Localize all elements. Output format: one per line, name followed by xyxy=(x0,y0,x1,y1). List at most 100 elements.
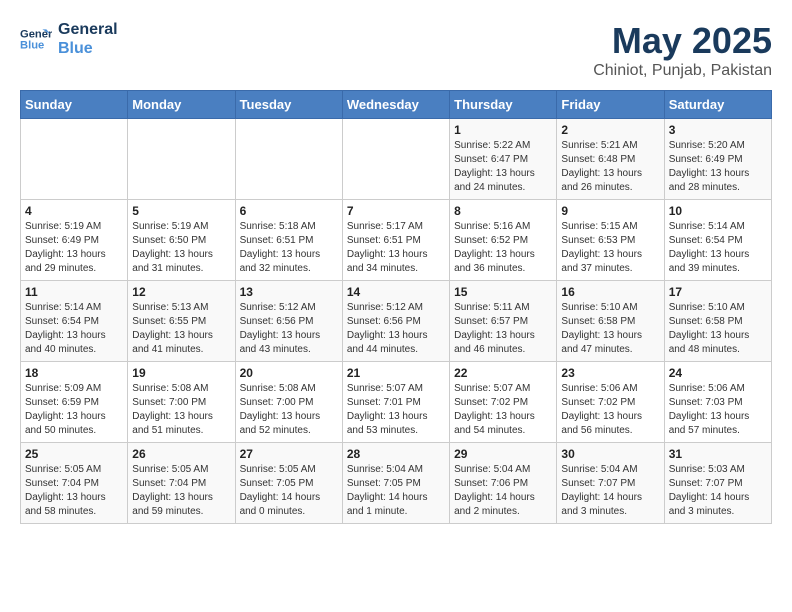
day-info: Sunrise: 5:21 AMSunset: 6:48 PMDaylight:… xyxy=(561,139,659,195)
day-number: 15 xyxy=(454,285,552,299)
page-header: General Blue General Blue May 2025 Chini… xyxy=(20,20,772,80)
week-row-5: 25 Sunrise: 5:05 AMSunset: 7:04 PMDayligh… xyxy=(21,443,772,524)
day-info: Sunrise: 5:05 AMSunset: 7:05 PMDaylight:… xyxy=(240,463,338,519)
calendar-cell: 18 Sunrise: 5:09 AMSunset: 6:59 PMDayligh… xyxy=(21,362,128,443)
day-number: 18 xyxy=(25,366,123,380)
day-number: 16 xyxy=(561,285,659,299)
day-info: Sunrise: 5:09 AMSunset: 6:59 PMDaylight:… xyxy=(25,382,123,438)
svg-text:Blue: Blue xyxy=(20,40,44,52)
day-info: Sunrise: 5:05 AMSunset: 7:04 PMDaylight:… xyxy=(25,463,123,519)
day-number: 30 xyxy=(561,447,659,461)
day-number: 10 xyxy=(669,204,767,218)
day-info: Sunrise: 5:10 AMSunset: 6:58 PMDaylight:… xyxy=(561,301,659,357)
logo-icon: General Blue xyxy=(20,23,52,55)
day-number: 14 xyxy=(347,285,445,299)
calendar-cell: 22Sunrise: 5:07 AMSunset: 7:02 PMDayligh… xyxy=(450,362,557,443)
column-header-friday: Friday xyxy=(557,91,664,119)
calendar-cell xyxy=(342,119,449,200)
day-info: Sunrise: 5:11 AMSunset: 6:57 PMDaylight:… xyxy=(454,301,552,357)
calendar-cell: 27 Sunrise: 5:05 AMSunset: 7:05 PMDayligh… xyxy=(235,443,342,524)
day-info: Sunrise: 5:13 AMSunset: 6:55 PMDaylight:… xyxy=(132,301,230,357)
calendar-cell: 21 Sunrise: 5:07 AMSunset: 7:01 PMDayligh… xyxy=(342,362,449,443)
logo: General Blue General Blue xyxy=(20,20,118,58)
calendar-cell: 24Sunrise: 5:06 AMSunset: 7:03 PMDayligh… xyxy=(664,362,771,443)
title-block: May 2025 Chiniot, Punjab, Pakistan xyxy=(593,20,772,80)
day-info: Sunrise: 5:06 AMSunset: 7:02 PMDaylight:… xyxy=(561,382,659,438)
calendar-table: SundayMondayTuesdayWednesdayThursdayFrid… xyxy=(20,90,772,524)
logo-blue: Blue xyxy=(58,39,118,58)
column-header-thursday: Thursday xyxy=(450,91,557,119)
day-number: 31 xyxy=(669,447,767,461)
calendar-cell: 4 Sunrise: 5:19 AMSunset: 6:49 PMDaylight… xyxy=(21,200,128,281)
calendar-cell: 23Sunrise: 5:06 AMSunset: 7:02 PMDayligh… xyxy=(557,362,664,443)
day-info: Sunrise: 5:19 AMSunset: 6:49 PMDaylight:… xyxy=(25,220,123,276)
day-info: Sunrise: 5:14 AMSunset: 6:54 PMDaylight:… xyxy=(25,301,123,357)
calendar-cell: 10Sunrise: 5:14 AMSunset: 6:54 PMDayligh… xyxy=(664,200,771,281)
day-number: 3 xyxy=(669,123,767,137)
calendar-cell: 3 Sunrise: 5:20 AMSunset: 6:49 PMDaylight… xyxy=(664,119,771,200)
column-header-wednesday: Wednesday xyxy=(342,91,449,119)
calendar-cell: 25 Sunrise: 5:05 AMSunset: 7:04 PMDayligh… xyxy=(21,443,128,524)
day-info: Sunrise: 5:20 AMSunset: 6:49 PMDaylight:… xyxy=(669,139,767,195)
calendar-cell: 31Sunrise: 5:03 AMSunset: 7:07 PMDayligh… xyxy=(664,443,771,524)
day-info: Sunrise: 5:04 AMSunset: 7:05 PMDaylight:… xyxy=(347,463,445,519)
day-number: 5 xyxy=(132,204,230,218)
day-number: 26 xyxy=(132,447,230,461)
day-number: 2 xyxy=(561,123,659,137)
calendar-cell: 12Sunrise: 5:13 AMSunset: 6:55 PMDayligh… xyxy=(128,281,235,362)
calendar-cell: 9 Sunrise: 5:15 AMSunset: 6:53 PMDaylight… xyxy=(557,200,664,281)
day-number: 20 xyxy=(240,366,338,380)
calendar-cell: 7Sunrise: 5:17 AMSunset: 6:51 PMDaylight… xyxy=(342,200,449,281)
calendar-cell: 1Sunrise: 5:22 AMSunset: 6:47 PMDaylight… xyxy=(450,119,557,200)
calendar-cell: 17 Sunrise: 5:10 AMSunset: 6:58 PMDayligh… xyxy=(664,281,771,362)
calendar-cell: 20Sunrise: 5:08 AMSunset: 7:00 PMDayligh… xyxy=(235,362,342,443)
day-info: Sunrise: 5:10 AMSunset: 6:58 PMDaylight:… xyxy=(669,301,767,357)
week-row-1: 1Sunrise: 5:22 AMSunset: 6:47 PMDaylight… xyxy=(21,119,772,200)
main-title: May 2025 xyxy=(593,20,772,62)
calendar-cell: 14 Sunrise: 5:12 AMSunset: 6:56 PMDayligh… xyxy=(342,281,449,362)
day-number: 25 xyxy=(25,447,123,461)
calendar-cell: 6 Sunrise: 5:18 AMSunset: 6:51 PMDaylight… xyxy=(235,200,342,281)
calendar-cell xyxy=(21,119,128,200)
calendar-cell: 26 Sunrise: 5:05 AMSunset: 7:04 PMDayligh… xyxy=(128,443,235,524)
calendar-cell: 13 Sunrise: 5:12 AMSunset: 6:56 PMDayligh… xyxy=(235,281,342,362)
calendar-cell xyxy=(128,119,235,200)
day-number: 29 xyxy=(454,447,552,461)
day-number: 6 xyxy=(240,204,338,218)
day-number: 8 xyxy=(454,204,552,218)
day-info: Sunrise: 5:07 AMSunset: 7:01 PMDaylight:… xyxy=(347,382,445,438)
calendar-cell: 8 Sunrise: 5:16 AMSunset: 6:52 PMDaylight… xyxy=(450,200,557,281)
day-info: Sunrise: 5:05 AMSunset: 7:04 PMDaylight:… xyxy=(132,463,230,519)
day-number: 4 xyxy=(25,204,123,218)
day-info: Sunrise: 5:18 AMSunset: 6:51 PMDaylight:… xyxy=(240,220,338,276)
day-number: 13 xyxy=(240,285,338,299)
day-info: Sunrise: 5:06 AMSunset: 7:03 PMDaylight:… xyxy=(669,382,767,438)
calendar-cell: 11Sunrise: 5:14 AMSunset: 6:54 PMDayligh… xyxy=(21,281,128,362)
calendar-cell: 16 Sunrise: 5:10 AMSunset: 6:58 PMDayligh… xyxy=(557,281,664,362)
day-number: 17 xyxy=(669,285,767,299)
day-info: Sunrise: 5:15 AMSunset: 6:53 PMDaylight:… xyxy=(561,220,659,276)
day-info: Sunrise: 5:04 AMSunset: 7:07 PMDaylight:… xyxy=(561,463,659,519)
column-header-monday: Monday xyxy=(128,91,235,119)
calendar-cell: 2 Sunrise: 5:21 AMSunset: 6:48 PMDaylight… xyxy=(557,119,664,200)
day-info: Sunrise: 5:12 AMSunset: 6:56 PMDaylight:… xyxy=(347,301,445,357)
day-info: Sunrise: 5:08 AMSunset: 7:00 PMDaylight:… xyxy=(132,382,230,438)
day-info: Sunrise: 5:19 AMSunset: 6:50 PMDaylight:… xyxy=(132,220,230,276)
day-info: Sunrise: 5:12 AMSunset: 6:56 PMDaylight:… xyxy=(240,301,338,357)
calendar-cell xyxy=(235,119,342,200)
calendar-cell: 5 Sunrise: 5:19 AMSunset: 6:50 PMDaylight… xyxy=(128,200,235,281)
week-row-2: 4 Sunrise: 5:19 AMSunset: 6:49 PMDaylight… xyxy=(21,200,772,281)
day-number: 21 xyxy=(347,366,445,380)
day-number: 9 xyxy=(561,204,659,218)
week-row-4: 18 Sunrise: 5:09 AMSunset: 6:59 PMDayligh… xyxy=(21,362,772,443)
day-info: Sunrise: 5:22 AMSunset: 6:47 PMDaylight:… xyxy=(454,139,552,195)
week-row-3: 11Sunrise: 5:14 AMSunset: 6:54 PMDayligh… xyxy=(21,281,772,362)
day-info: Sunrise: 5:16 AMSunset: 6:52 PMDaylight:… xyxy=(454,220,552,276)
calendar-cell: 29Sunrise: 5:04 AMSunset: 7:06 PMDayligh… xyxy=(450,443,557,524)
day-info: Sunrise: 5:07 AMSunset: 7:02 PMDaylight:… xyxy=(454,382,552,438)
calendar-cell: 15 Sunrise: 5:11 AMSunset: 6:57 PMDayligh… xyxy=(450,281,557,362)
day-number: 27 xyxy=(240,447,338,461)
calendar-cell: 30 Sunrise: 5:04 AMSunset: 7:07 PMDayligh… xyxy=(557,443,664,524)
logo-general: General xyxy=(58,20,118,39)
calendar-cell: 28Sunrise: 5:04 AMSunset: 7:05 PMDayligh… xyxy=(342,443,449,524)
